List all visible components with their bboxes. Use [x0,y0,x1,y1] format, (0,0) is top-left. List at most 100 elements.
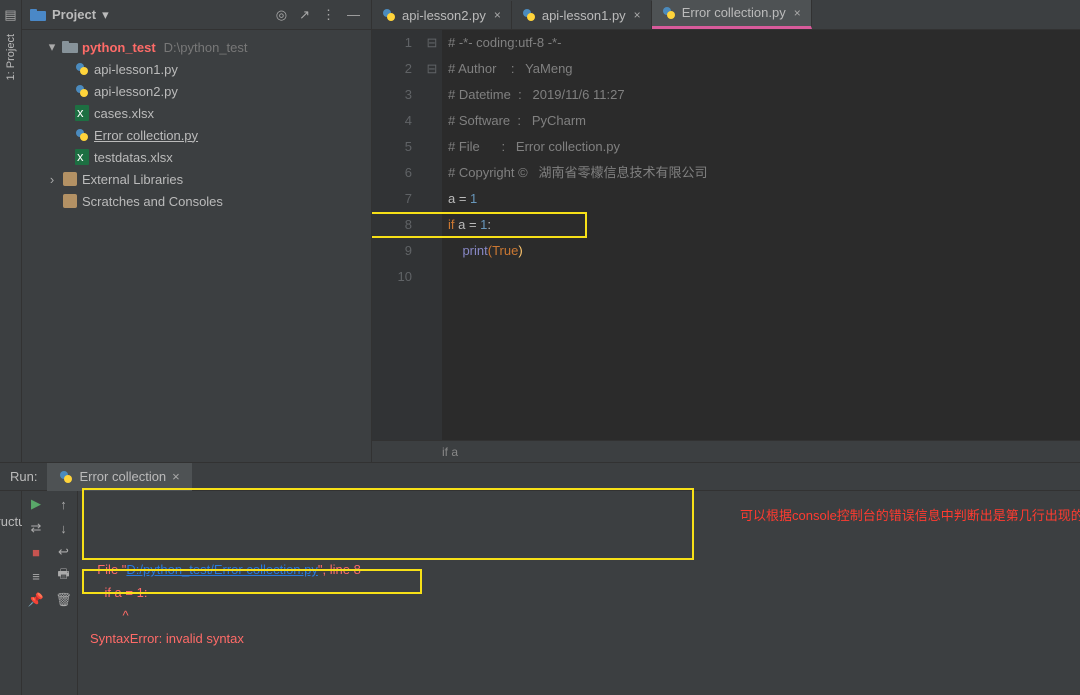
run-toolbar-primary: ▶ ⇄ ■ ≡ 📌 [22,491,50,695]
tab-label: Error collection.py [682,5,786,20]
folder-icon [62,39,78,55]
stop-icon[interactable]: ■ [27,543,45,561]
library-icon [62,193,78,209]
python-icon [522,8,536,22]
py-file-icon [74,61,90,77]
file-row[interactable]: x cases.xlsx [22,102,371,124]
file-row[interactable]: Error collection.py [22,124,371,146]
caret-icon[interactable]: › [46,172,58,187]
fold-gutter: ⊟⊟ [422,30,442,440]
run-config-tab[interactable]: Error collection × [47,463,191,491]
project-sidebar-header: Project ▾ ◎ ↗ ⋮ — [22,0,371,30]
up-icon[interactable]: ↑ [55,495,73,513]
code-line[interactable]: # Author : YaMeng [448,56,1080,82]
project-tree[interactable]: ▾ python_test D:\python_test api-lesson1… [22,30,371,218]
editor-tab[interactable]: api-lesson1.py × [512,1,652,29]
breadcrumb-bar[interactable]: if a [372,440,1080,462]
file-name: api-lesson2.py [94,84,178,99]
run-icon[interactable]: ▶ [27,495,45,513]
console-file-suffix: ", line 8 [318,562,361,577]
run-toolbar-secondary: ↑ ↓ ↩ 🖶 🗑 [50,491,78,695]
editor-tab[interactable]: api-lesson2.py × [372,1,512,29]
line-number: 4 [372,108,412,134]
stepover-icon[interactable]: ⇄ [27,519,45,537]
py-file-icon [74,83,90,99]
file-name: testdatas.xlsx [94,150,173,165]
python-icon [59,470,73,484]
editor-tab[interactable]: Error collection.py × [652,0,812,29]
fold-marker[interactable]: ⊟ [422,56,442,82]
project-root-name: python_test [82,40,156,55]
collapse-icon[interactable]: ▤ [4,8,18,22]
line-number-gutter: 12345678910 [372,30,422,440]
line-number: 6 [372,160,412,186]
tool-window-bar-left: ▤ 1: Project [0,0,22,462]
console-source-line: if a = 1: [90,585,147,600]
code-line[interactable]: # File : Error collection.py [448,134,1080,160]
tab-label: api-lesson2.py [402,8,486,23]
code-line[interactable]: a = 1 [448,186,1080,212]
code-line[interactable]: print(True) [448,238,1080,264]
close-icon[interactable]: × [794,6,801,20]
close-icon[interactable]: × [634,8,641,22]
editor-tabs: api-lesson2.py × api-lesson1.py × Error … [372,0,1080,30]
console-output[interactable]: File "D:/python_test/Error collection.py… [78,491,1080,695]
line-number: 3 [372,82,412,108]
line-number: 8 [372,212,412,238]
layout-icon[interactable]: ≡ [27,567,45,585]
gear-icon[interactable]: — [344,7,363,22]
python-icon [662,6,676,20]
clear-icon[interactable]: 🗑 [55,591,73,609]
collapse-all-icon[interactable]: ↗ [296,7,313,23]
console-caret-line: ^ [90,608,129,623]
annotation-callout: 可以根据console控制台的错误信息中判断出是第几行出现的问题 [740,507,1060,525]
run-label: Run: [0,469,47,484]
code-area[interactable]: 12345678910 ⊟⊟ # -*- coding:utf-8 -*-# A… [372,30,1080,440]
svg-text:x: x [77,105,84,120]
project-view-title[interactable]: Project [52,7,96,22]
softwrap-icon[interactable]: ↩ [55,543,73,561]
chevron-down-icon[interactable]: ▾ [102,7,109,23]
project-sidebar: Project ▾ ◎ ↗ ⋮ — ▾ python_test D:\pytho… [22,0,372,462]
run-panel-header: Run: Error collection × [0,463,1080,491]
down-icon[interactable]: ↓ [55,519,73,537]
pin-icon[interactable]: 📌 [27,591,45,609]
close-icon[interactable]: × [172,469,180,484]
py-file-icon [74,127,90,143]
run-config-name: Error collection [79,469,166,484]
caret-down-icon[interactable]: ▾ [46,39,58,55]
line-number: 9 [372,238,412,264]
code-content[interactable]: # -*- coding:utf-8 -*-# Author : YaMeng#… [442,30,1080,440]
line-number: 1 [372,30,412,56]
close-icon[interactable]: × [494,8,501,22]
code-line[interactable]: # Datetime : 2019/11/6 11:27 [448,82,1080,108]
print-icon[interactable]: 🖶 [55,567,73,585]
editor-area: api-lesson2.py × api-lesson1.py × Error … [372,0,1080,462]
divider-icon: ⋮ [319,7,338,23]
folder-icon [30,8,46,22]
python-icon [382,8,396,22]
code-line[interactable]: # -*- coding:utf-8 -*- [448,30,1080,56]
console-error-line: SyntaxError: invalid syntax [90,631,244,646]
tab-label: api-lesson1.py [542,8,626,23]
project-root-row[interactable]: ▾ python_test D:\python_test [22,36,371,58]
file-row[interactable]: api-lesson1.py [22,58,371,80]
target-icon[interactable]: ◎ [273,7,290,23]
code-line[interactable]: # Copyright © 湖南省零檬信息技术有限公司 [448,160,1080,186]
file-row[interactable]: api-lesson2.py [22,80,371,102]
console-file-link[interactable]: D:/python_test/Error collection.py [126,562,317,577]
project-root-path: D:\python_test [164,40,248,55]
line-number: 7 [372,186,412,212]
fold-marker[interactable]: ⊟ [422,30,442,56]
project-tool-tab[interactable]: 1: Project [5,30,17,84]
code-line[interactable]: if a = 1: [448,212,1080,238]
tree-row[interactable]: Scratches and Consoles [22,190,371,212]
run-panel: Run: Error collection × 7: Structure ▶ ⇄… [0,462,1080,631]
file-row[interactable]: x testdatas.xlsx [22,146,371,168]
file-name: api-lesson1.py [94,62,178,77]
library-icon [62,171,78,187]
tree-label: Scratches and Consoles [82,194,223,209]
tree-row[interactable]: › External Libraries [22,168,371,190]
code-line[interactable]: # Software : PyCharm [448,108,1080,134]
line-number: 10 [372,264,412,290]
